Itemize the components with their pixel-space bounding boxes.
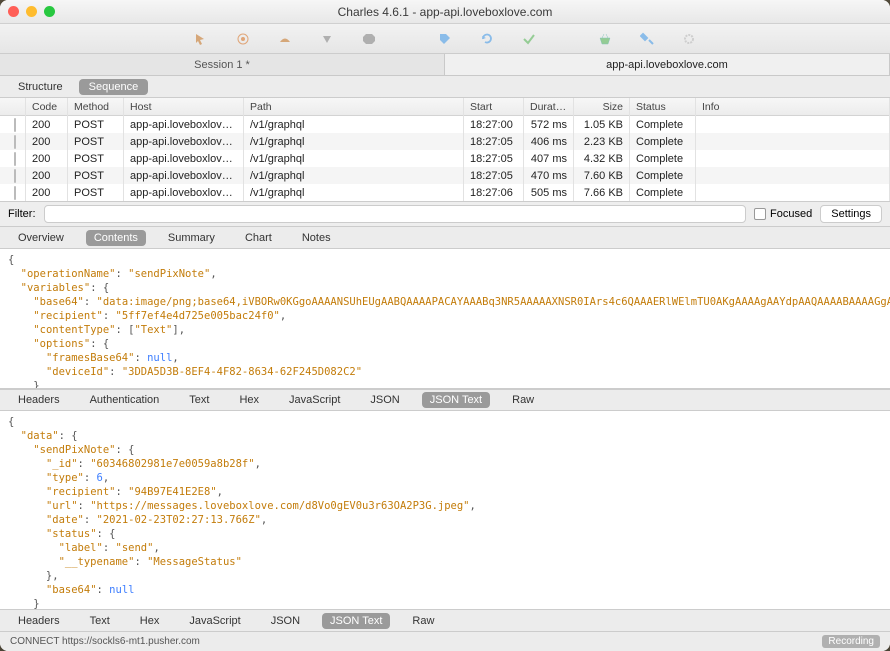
grid-body: 200 POST app-api.loveboxlove.c… /v1/grap… [0,116,890,201]
btab-hex[interactable]: Hex [132,613,168,629]
tab-text[interactable]: Text [181,392,217,408]
tab-structure[interactable]: Structure [8,79,73,95]
stop-icon[interactable] [361,31,377,47]
btab-jsontext[interactable]: JSON Text [322,613,390,629]
toolbar [0,24,890,54]
table-row[interactable]: 200 POST app-api.loveboxlove.c… /v1/grap… [0,150,890,167]
btab-headers[interactable]: Headers [10,613,68,629]
window-title: Charles 4.6.1 - app-api.loveboxlove.com [0,5,890,19]
tab-json[interactable]: JSON [362,392,407,408]
tag-icon[interactable] [437,31,453,47]
btab-raw[interactable]: Raw [404,613,442,629]
cursor-icon[interactable] [193,31,209,47]
table-row[interactable]: 200 POST app-api.loveboxlove.c… /v1/grap… [0,167,890,184]
basket-icon[interactable] [597,31,613,47]
col-info[interactable]: Info [696,98,890,116]
col-duration[interactable]: Duration [524,98,574,116]
view-tabs: Structure Sequence [0,76,890,98]
table-row[interactable]: 200 POST app-api.loveboxlove.c… /v1/grap… [0,116,890,133]
request-body-pane[interactable]: { "operationName": "sendPixNote", "varia… [0,249,890,389]
settings-button[interactable]: Settings [820,205,882,223]
tab-contents[interactable]: Contents [86,230,146,246]
filter-label: Filter: [8,208,36,220]
tab-session1[interactable]: Session 1 * [0,54,445,75]
table-row[interactable]: 200 POST app-api.loveboxlove.c… /v1/grap… [0,133,890,150]
response-body-pane[interactable]: { "data": { "sendPixNote": { "_id": "603… [0,411,890,609]
wrench-icon[interactable] [639,31,655,47]
focused-checkbox[interactable]: Focused [754,208,812,220]
tab-sequence[interactable]: Sequence [79,79,149,95]
recording-badge: Recording [822,635,880,648]
btab-js[interactable]: JavaScript [181,613,248,629]
session-tabs: Session 1 * app-api.loveboxlove.com [0,54,890,76]
filter-bar: Filter: Focused Settings [0,201,890,227]
col-size[interactable]: Size [574,98,630,116]
tab-js[interactable]: JavaScript [281,392,348,408]
tab-overview[interactable]: Overview [10,230,72,246]
tab-raw[interactable]: Raw [504,392,542,408]
tab-hex[interactable]: Hex [231,392,267,408]
col-host[interactable]: Host [124,98,244,116]
btab-json[interactable]: JSON [263,613,308,629]
col-method[interactable]: Method [68,98,124,116]
col-start[interactable]: Start [464,98,524,116]
bottom-tabs: Headers Text Hex JavaScript JSON JSON Te… [0,609,890,631]
tab-summary[interactable]: Summary [160,230,223,246]
check-icon[interactable] [521,31,537,47]
record-icon[interactable] [235,31,251,47]
tab-host[interactable]: app-api.loveboxlove.com [445,54,890,75]
throttle-icon[interactable] [277,31,293,47]
col-code[interactable]: Code [26,98,68,116]
tab-chart[interactable]: Chart [237,230,280,246]
breakpoint-icon[interactable] [319,31,335,47]
response-tabs: Headers Authentication Text Hex JavaScri… [0,389,890,411]
tab-headers[interactable]: Headers [10,392,68,408]
titlebar: Charles 4.6.1 - app-api.loveboxlove.com [0,0,890,24]
tab-notes[interactable]: Notes [294,230,339,246]
app-window: Charles 4.6.1 - app-api.loveboxlove.com … [0,0,890,651]
status-text: CONNECT https://sockls6-mt1.pusher.com [10,636,200,647]
gear-icon[interactable] [681,31,697,47]
request-tabs: Overview Contents Summary Chart Notes [0,227,890,249]
tab-jsontext[interactable]: JSON Text [422,392,490,408]
col-path[interactable]: Path [244,98,464,116]
btab-text[interactable]: Text [82,613,118,629]
filter-input[interactable] [44,205,747,223]
table-row[interactable]: 200 POST app-api.loveboxlove.c… /v1/grap… [0,184,890,201]
refresh-icon[interactable] [479,31,495,47]
tab-auth[interactable]: Authentication [82,392,168,408]
status-bar: CONNECT https://sockls6-mt1.pusher.com R… [0,631,890,651]
col-status[interactable]: Status [630,98,696,116]
grid-header: Code Method Host Path Start Duration Siz… [0,98,890,116]
